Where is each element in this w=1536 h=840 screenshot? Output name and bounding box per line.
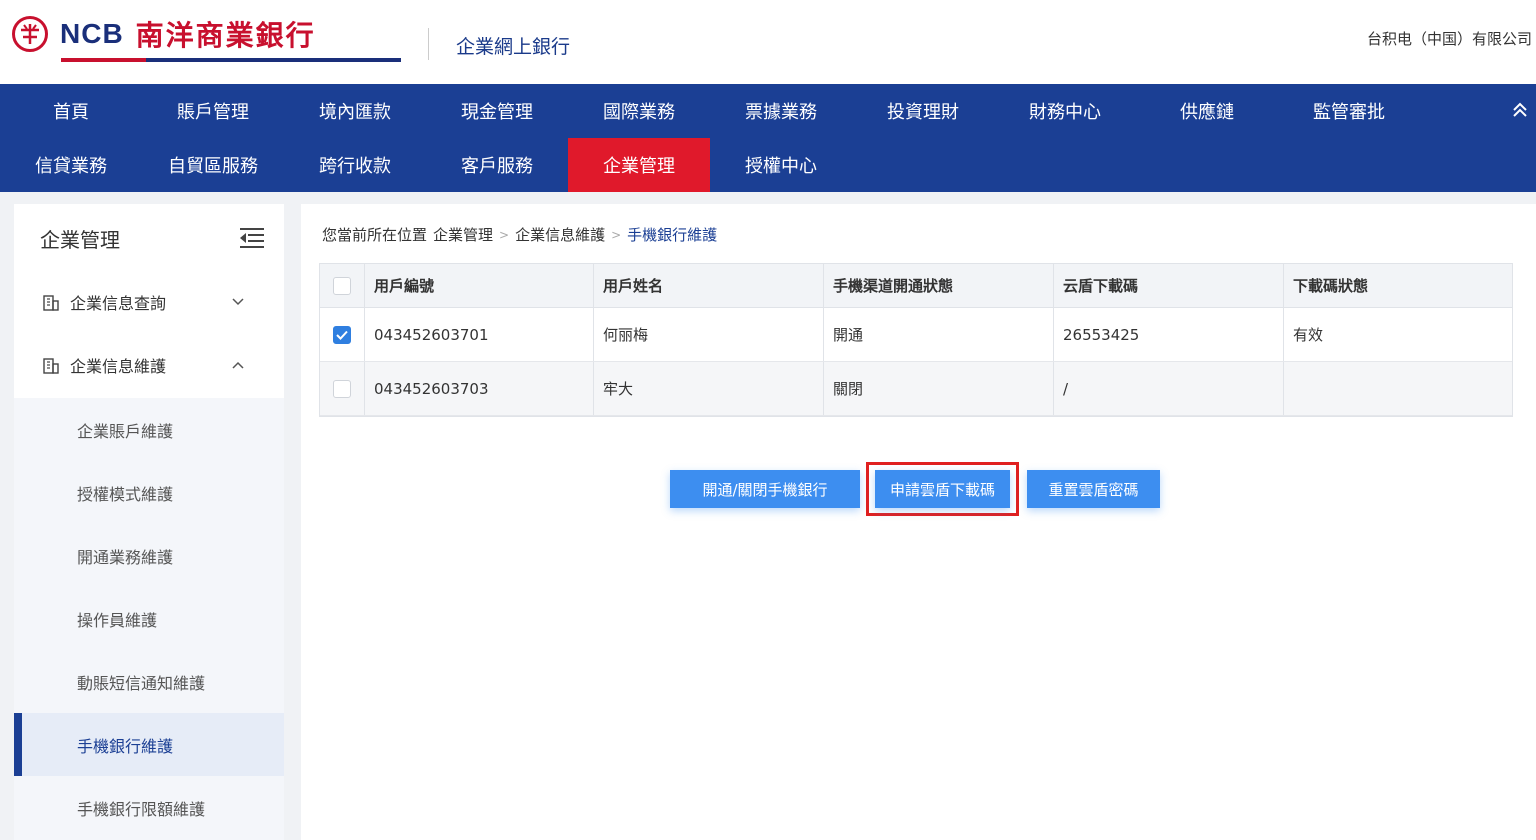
sidebar-item-mobile-banking[interactable]: 手機銀行維護 [14, 713, 284, 776]
nav-row-2: 信貸業務 自貿區服務 跨行收款 客戶服務 企業管理 授權中心 [0, 138, 852, 192]
table-cell: 043452603701 [365, 308, 594, 361]
table-cell [1284, 362, 1512, 415]
nav-collapse-icon[interactable] [1508, 98, 1532, 122]
column-header: 手機渠道開通狀態 [824, 264, 1054, 307]
chevron-right-icon: > [499, 227, 510, 242]
nav-item-customer-service[interactable]: 客戶服務 [426, 138, 568, 192]
sidebar-group-enterprise-info-query[interactable]: 企業信息查詢 [14, 270, 284, 333]
sidebar-item-account-maintenance[interactable]: 企業賬戶維護 [14, 398, 284, 461]
chevron-right-icon: > [611, 227, 622, 242]
row-checkbox[interactable] [333, 379, 351, 398]
sidebar-title: 企業管理 [40, 228, 120, 252]
nav-row-1: 首頁 賬戶管理 境內匯款 現金管理 國際業務 票據業務 投資理財 財務中心 供應… [0, 84, 1420, 138]
chevron-up-icon [232, 361, 244, 369]
header-subtitle: 企業網上銀行 [456, 36, 571, 58]
table-row[interactable]: 043452603703 牢大 關閉 / [320, 362, 1512, 416]
logo-chinese-text: 南洋商業銀行 [135, 19, 316, 52]
ncb-emblem-icon [12, 16, 48, 52]
table-cell: 26553425 [1054, 308, 1284, 361]
bank-logo[interactable]: NCB 南洋商業銀行 [12, 14, 316, 54]
main-nav: 首頁 賬戶管理 境內匯款 現金管理 國際業務 票據業務 投資理財 財務中心 供應… [0, 84, 1536, 192]
nav-item-regulatory[interactable]: 監管審批 [1278, 84, 1420, 138]
nav-item-investment[interactable]: 投資理財 [852, 84, 994, 138]
table-cell: 牢大 [594, 362, 824, 415]
logo-ncb-text: NCB [60, 18, 124, 49]
sidebar-item-service-activation[interactable]: 開通業務維護 [14, 524, 284, 587]
breadcrumb-item-enterprise-management[interactable]: 企業管理 [433, 224, 493, 245]
sidebar-group-enterprise-info-maintenance[interactable]: 企業信息維護 [14, 333, 284, 396]
nav-item-cash-management[interactable]: 現金管理 [426, 84, 568, 138]
header-divider [428, 28, 429, 60]
column-header: 用戶編號 [365, 264, 594, 307]
row-checkbox[interactable] [333, 325, 351, 344]
sidebar: 企業管理 企業信息查詢 企業信息維護 企業賬戶維護 授權模式維護 開通業務維護 … [14, 204, 284, 840]
highlight-frame: 申請雲盾下載碼 [866, 462, 1019, 516]
nav-item-domestic-remittance[interactable]: 境內匯款 [284, 84, 426, 138]
table-header: 用戶編號 用戶姓名 手機渠道開通狀態 云盾下載碼 下載碼狀態 [320, 264, 1512, 308]
main-content: 您當前所在位置 企業管理 > 企業信息維護 > 手機銀行維護 用戶編號 用戶姓名… [301, 204, 1536, 840]
column-header: 云盾下載碼 [1054, 264, 1284, 307]
nav-item-authorization-center[interactable]: 授權中心 [710, 138, 852, 192]
table-row[interactable]: 043452603701 何丽梅 開通 26553425 有效 [320, 308, 1512, 362]
table-cell: 043452603703 [365, 362, 594, 415]
mobile-banking-table: 用戶編號 用戶姓名 手機渠道開通狀態 云盾下載碼 下載碼狀態 043452603… [319, 263, 1513, 417]
sidebar-submenu: 企業賬戶維護 授權模式維護 開通業務維護 操作員維護 動賬短信通知維護 手機銀行… [14, 398, 284, 840]
sidebar-item-mobile-banking-limit[interactable]: 手機銀行限額維護 [14, 776, 284, 839]
table-cell: 開通 [824, 308, 1054, 361]
building-icon [43, 357, 59, 374]
nav-item-bills[interactable]: 票據業務 [710, 84, 852, 138]
sidebar-collapse-icon[interactable] [240, 226, 264, 248]
top-header: NCB 南洋商業銀行 企業網上銀行 台积电（中国）有限公司 [0, 0, 1536, 84]
sidebar-group-label: 企業信息維護 [70, 356, 167, 376]
nav-item-supply-chain[interactable]: 供應鏈 [1136, 84, 1278, 138]
nav-item-home[interactable]: 首頁 [0, 84, 142, 138]
nav-item-interbank-collection[interactable]: 跨行收款 [284, 138, 426, 192]
nav-item-enterprise-management[interactable]: 企業管理 [568, 138, 710, 192]
nav-item-credit[interactable]: 信貸業務 [0, 138, 142, 192]
column-header: 下載碼狀態 [1293, 277, 1369, 295]
breadcrumb-item-enterprise-info-maintenance[interactable]: 企業信息維護 [515, 224, 605, 245]
table-cell: 何丽梅 [594, 308, 824, 361]
action-buttons: 開通/關閉手機銀行 申請雲盾下載碼 重置雲盾密碼 [670, 462, 1160, 516]
nav-item-finance-center[interactable]: 財務中心 [994, 84, 1136, 138]
breadcrumb: 您當前所在位置 企業管理 > 企業信息維護 > 手機銀行維護 [322, 224, 717, 245]
select-all-checkbox[interactable] [333, 276, 351, 295]
sidebar-item-operator-maintenance[interactable]: 操作員維護 [14, 587, 284, 650]
building-icon [43, 294, 59, 311]
table-cell: 關閉 [824, 362, 1054, 415]
checkmark-icon [336, 330, 348, 340]
logo-underline [61, 58, 401, 62]
nav-item-accounts[interactable]: 賬戶管理 [142, 84, 284, 138]
breadcrumb-item-current: 手機銀行維護 [627, 226, 718, 244]
toggle-mobile-banking-button[interactable]: 開通/關閉手機銀行 [670, 470, 860, 508]
sidebar-item-authorization-mode[interactable]: 授權模式維護 [14, 461, 284, 524]
table-cell: / [1054, 362, 1284, 415]
reset-password-button[interactable]: 重置雲盾密碼 [1027, 470, 1160, 508]
sidebar-item-sms-notification[interactable]: 動賬短信通知維護 [14, 650, 284, 713]
apply-download-code-button[interactable]: 申請雲盾下載碼 [875, 470, 1010, 508]
table-cell: 有效 [1293, 326, 1324, 344]
column-header: 用戶姓名 [594, 264, 824, 307]
nav-item-international[interactable]: 國際業務 [568, 84, 710, 138]
nav-item-ftz-services[interactable]: 自貿區服務 [142, 138, 284, 192]
sidebar-group-label: 企業信息查詢 [70, 293, 167, 313]
company-name: 台积电（中国）有限公司 [1366, 30, 1532, 48]
chevron-down-icon [232, 297, 244, 305]
breadcrumb-prefix: 您當前所在位置 [322, 226, 428, 244]
